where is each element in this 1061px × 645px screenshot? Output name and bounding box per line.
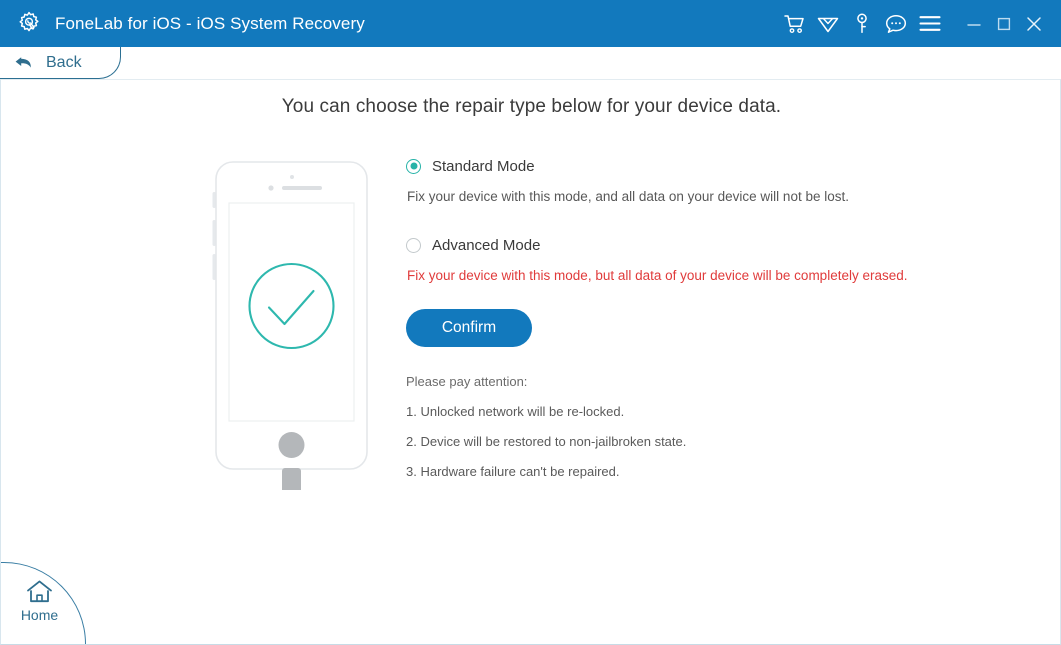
gear-wrench-icon <box>19 11 39 31</box>
radio-advanced-mode[interactable] <box>406 237 421 253</box>
minimize-icon[interactable] <box>959 7 989 41</box>
house-icon <box>27 580 52 603</box>
mode-label-standard: Standard Mode <box>432 157 535 175</box>
attention-item: 1. Unlocked network will be re-locked. <box>406 404 625 419</box>
key-icon[interactable] <box>845 7 879 41</box>
mode-label-advanced: Advanced Mode <box>432 236 541 254</box>
close-icon[interactable] <box>1019 7 1049 41</box>
attention-item: 3. Hardware failure can't be repaired. <box>406 464 620 479</box>
radio-standard-mode[interactable] <box>406 158 421 174</box>
mode-option-advanced[interactable]: Advanced Mode <box>406 234 1006 256</box>
options-spacer <box>406 204 1006 234</box>
back-arrow-icon <box>15 57 31 68</box>
mode-description-advanced: Fix your device with this mode, but all … <box>407 268 908 283</box>
app-title: FoneLab for iOS - iOS System Recovery <box>55 13 365 33</box>
mode-description-standard: Fix your device with this mode, and all … <box>407 189 849 204</box>
content-panel: You can choose the repair type below for… <box>0 79 1061 645</box>
back-button-label: Back <box>46 53 82 71</box>
maximize-icon[interactable] <box>989 7 1019 41</box>
home-button[interactable]: Home <box>1 562 86 644</box>
chat-icon[interactable] <box>879 7 913 41</box>
back-bar: Back <box>0 47 1061 79</box>
home-button-label: Home <box>20 607 59 623</box>
cart-icon[interactable] <box>777 7 811 41</box>
back-button[interactable]: Back <box>0 47 121 79</box>
diamond-icon[interactable] <box>811 7 845 41</box>
menu-icon[interactable] <box>913 7 947 41</box>
confirm-button[interactable]: Confirm <box>406 309 532 347</box>
application-window: FoneLab for iOS - iOS System Recovery Ba… <box>0 0 1061 645</box>
repair-mode-options: Standard Mode Fix your device with this … <box>406 155 1006 479</box>
title-bar: FoneLab for iOS - iOS System Recovery <box>0 0 1061 47</box>
attention-title: Please pay attention: <box>406 374 528 389</box>
title-bar-right <box>777 7 1049 41</box>
attention-item: 2. Device will be restored to non-jailbr… <box>406 434 687 449</box>
iphone-with-checkmark-illustration <box>206 150 386 490</box>
title-bar-left: FoneLab for iOS - iOS System Recovery <box>16 11 777 37</box>
attention-notice: Please pay attention: 1. Unlocked networ… <box>406 374 1006 479</box>
page-title: You can choose the repair type below for… <box>281 96 782 117</box>
mode-option-standard[interactable]: Standard Mode <box>406 155 1006 177</box>
